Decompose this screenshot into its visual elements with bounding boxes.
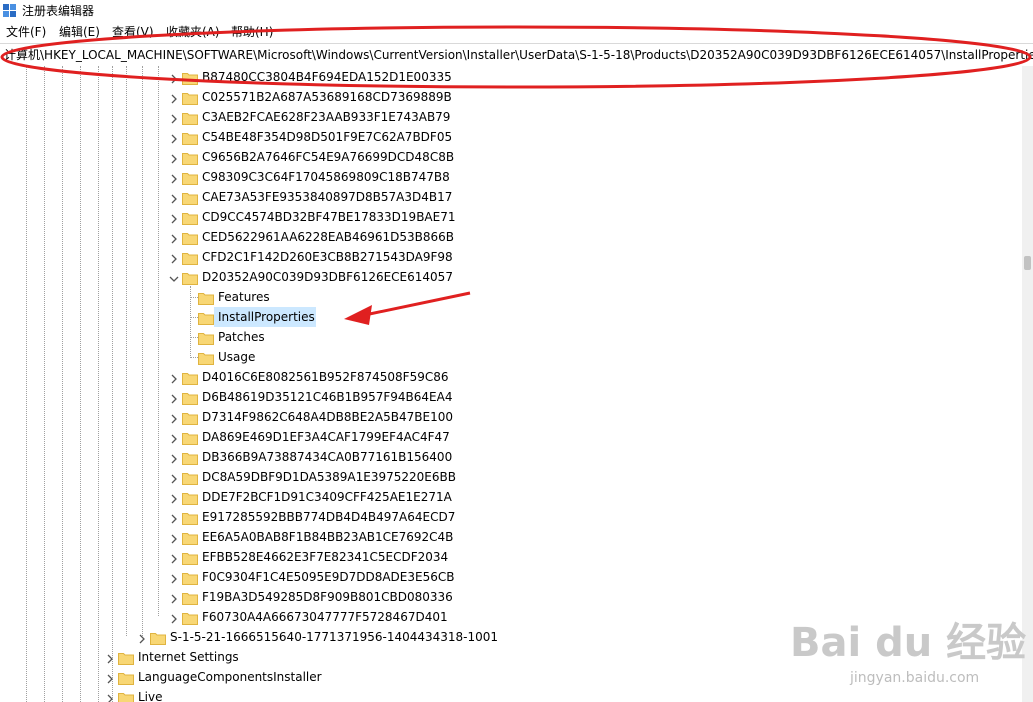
- watermark-logo: Bai du 经验: [790, 620, 1027, 666]
- annotation-overlay: [0, 25, 1032, 325]
- pointer-arrow-head: [344, 305, 372, 325]
- pointer-arrow-shaft: [359, 291, 471, 318]
- highlight-ellipse: [0, 25, 1032, 89]
- watermark-url: jingyan.baidu.com: [850, 670, 980, 686]
